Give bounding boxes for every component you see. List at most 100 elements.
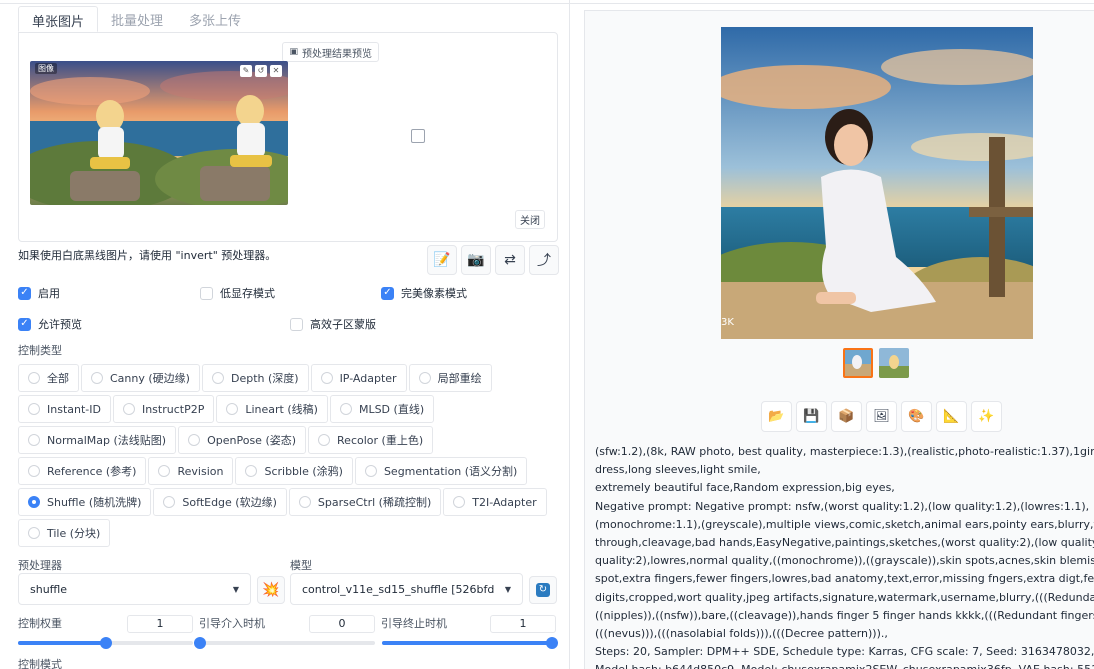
edit-icon[interactable]: ✎ (240, 65, 252, 77)
control-type-option[interactable]: T2I-Adapter (443, 488, 547, 516)
control-type-option[interactable]: 全部 (18, 364, 79, 392)
tab-multi-upload[interactable]: 多张上传 (176, 6, 254, 32)
end-slider-fill (382, 641, 552, 645)
invert-hint: 如果使用白底黑线图片，请使用 "invert" 预处理器。 (18, 249, 277, 262)
send-to-img2img-icon[interactable]: 🖼 (866, 401, 897, 432)
save-icon[interactable]: 💾 (796, 401, 827, 432)
output-panel: 3K 📂 💾 📦 🖼 🎨 📐 ✨ (sfw:1.2),(8k, RAW phot… (584, 10, 1094, 669)
control-type-option-label: Tile (分块) (47, 527, 101, 540)
control-type-option[interactable]: Canny (硬边缘) (81, 364, 200, 392)
start-slider-thumb[interactable] (194, 637, 206, 649)
control-type-option[interactable]: Instant-ID (18, 395, 111, 423)
radio-dot[interactable] (91, 372, 103, 384)
swap-icon[interactable]: ⇄ (495, 245, 525, 275)
run-preprocessor-button[interactable]: 💥 (257, 576, 285, 604)
image-input-area[interactable]: ▣ 预处理结果预览 图像 ✎ ↺ ✕ 关闭 (18, 32, 558, 242)
radio-dot[interactable] (418, 372, 431, 384)
control-type-option[interactable]: Reference (参考) (18, 457, 147, 485)
radio-dot[interactable] (320, 372, 333, 384)
info-line: (sfw:1.2),(8k, RAW photo, best quality, … (595, 445, 1094, 458)
start-input[interactable]: 0 (309, 615, 375, 633)
gallery-thumb-1[interactable] (843, 348, 873, 378)
radio-dot[interactable] (28, 527, 40, 539)
open-folder-icon[interactable]: 📂 (761, 401, 792, 432)
control-type-option[interactable]: IP-Adapter (310, 364, 407, 392)
control-type-option[interactable]: Revision (148, 457, 234, 485)
control-type-option[interactable]: SoftEdge (软边缘) (153, 488, 287, 516)
undo-icon[interactable]: ↺ (255, 65, 267, 77)
start-slider[interactable] (194, 637, 375, 649)
radio-dot[interactable] (298, 496, 311, 508)
control-type-option[interactable]: Lineart (线稿) (216, 395, 328, 423)
info-line: spot,extra fingers,fewer fingers,lowres,… (595, 572, 1094, 586)
refresh-icon: ↻ (536, 583, 550, 597)
send-to-inpaint-icon[interactable]: 🎨 (901, 401, 932, 432)
gallery-thumb-2[interactable] (879, 348, 909, 378)
control-type-option[interactable]: OpenPose (姿态) (178, 426, 307, 454)
tab-batch[interactable]: 批量处理 (98, 6, 176, 32)
end-input[interactable]: 1 (490, 615, 556, 633)
control-type-option[interactable]: InstructP2P (112, 395, 215, 423)
control-type-option-label: Depth (深度) (230, 372, 299, 385)
control-type-option[interactable]: 局部重绘 (408, 364, 492, 392)
radio-dot[interactable] (158, 465, 171, 477)
radio-dot[interactable] (28, 434, 40, 446)
radio-dot[interactable] (28, 496, 40, 508)
checkbox-box[interactable]: ✓ (18, 286, 31, 300)
end-slider-thumb[interactable] (546, 637, 558, 649)
end-slider[interactable] (382, 637, 558, 649)
control-type-option[interactable]: SparseCtrl (稀疏控制) (288, 488, 442, 516)
radio-dot[interactable] (226, 403, 239, 415)
control-type-option[interactable]: Tile (分块) (18, 519, 111, 547)
close-icon[interactable]: ✕ (270, 65, 282, 77)
send-dimensions-icon[interactable]: ⤴ (529, 245, 559, 275)
allow-preview-checkbox[interactable]: ✓ 允许预览 (18, 316, 82, 332)
radio-dot[interactable] (28, 372, 40, 384)
checkbox-box[interactable]: ✓ (381, 286, 394, 300)
control-type-row: Shuffle (随机洗牌) SoftEdge (软边缘) SparseCtrl (… (18, 488, 558, 516)
tab-single-image[interactable]: 单张图片 (18, 6, 99, 32)
radio-dot[interactable] (188, 434, 201, 446)
radio-dot[interactable] (28, 403, 40, 415)
radio-dot[interactable] (245, 465, 258, 477)
control-type-option[interactable]: Shuffle (随机洗牌) (18, 488, 152, 516)
sparkle-icon[interactable]: ✨ (971, 401, 1002, 432)
checkbox-box[interactable] (200, 286, 213, 300)
create-canvas-icon[interactable]: 📝 (427, 245, 457, 275)
refresh-models-button[interactable]: ↻ (529, 576, 557, 604)
lowvram-checkbox[interactable]: 低显存模式 (200, 285, 275, 301)
checkbox-box[interactable]: ✓ (18, 317, 31, 331)
weight-slider-fill (18, 641, 106, 645)
generated-image[interactable] (721, 27, 1033, 339)
control-type-option[interactable]: NormalMap (法线贴图) (18, 426, 177, 454)
control-type-option[interactable]: Scribble (涂鸦) (235, 457, 353, 485)
radio-dot[interactable] (318, 434, 331, 446)
info-line: Negative prompt: Negative prompt: nsfw,(… (595, 499, 1090, 513)
weight-input[interactable]: 1 (127, 615, 193, 633)
radio-dot[interactable] (364, 465, 377, 477)
checkbox-box[interactable] (290, 317, 303, 331)
zip-icon[interactable]: 📦 (831, 401, 862, 432)
control-type-option[interactable]: MLSD (直线) (329, 395, 435, 423)
preprocessor-preview-button[interactable]: ▣ 预处理结果预览 (282, 42, 379, 62)
radio-dot[interactable] (453, 496, 466, 508)
weight-slider-thumb[interactable] (99, 637, 112, 649)
close-preview-button[interactable]: 关闭 (515, 210, 545, 229)
radio-dot[interactable] (122, 403, 135, 415)
weight-slider[interactable] (18, 637, 193, 649)
control-type-option[interactable]: Depth (深度) (201, 364, 309, 392)
effective-region-checkbox[interactable]: 高效子区蒙版 (290, 316, 376, 332)
control-type-option[interactable]: Segmentation (语义分割) (354, 457, 528, 485)
enable-checkbox[interactable]: ✓ 启用 (18, 285, 60, 301)
radio-dot[interactable] (28, 465, 40, 477)
radio-dot[interactable] (211, 372, 224, 384)
pixel-perfect-checkbox[interactable]: ✓ 完美像素模式 (381, 285, 467, 301)
model-label: 模型 (290, 559, 312, 572)
preprocessor-dropdown[interactable]: shuffle ▼ (18, 573, 251, 605)
camera-icon[interactable]: 📷 (461, 245, 491, 275)
control-type-option[interactable]: Recolor (重上色) (308, 426, 434, 454)
radio-dot[interactable] (339, 403, 352, 415)
model-dropdown[interactable]: control_v11e_sd15_shuffle [526bfd ▼ (290, 573, 523, 605)
radio-dot[interactable] (163, 496, 176, 508)
send-to-extras-icon[interactable]: 📐 (936, 401, 967, 432)
